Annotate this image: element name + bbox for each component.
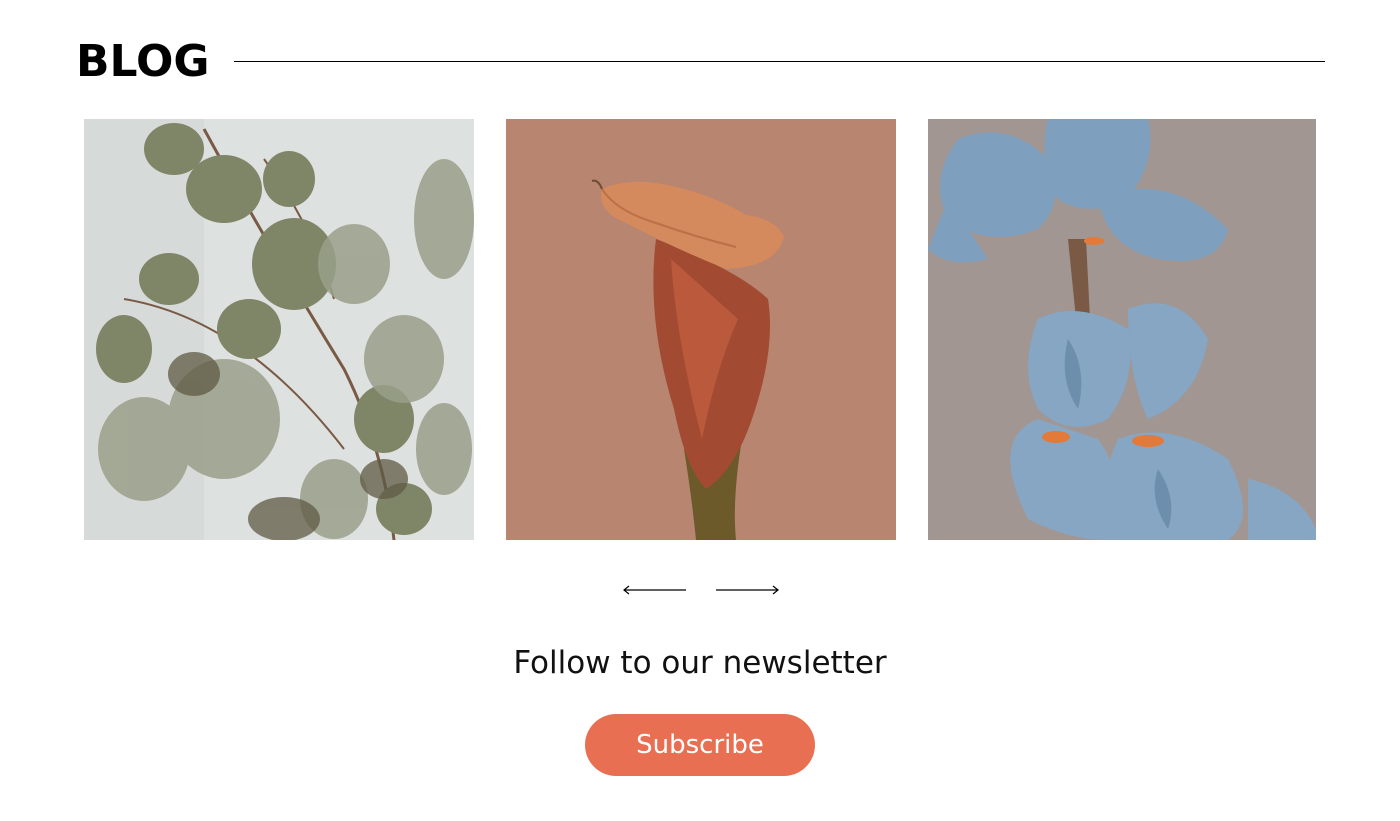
blog-post-card[interactable] bbox=[84, 119, 474, 540]
arrow-right-icon bbox=[716, 585, 779, 595]
blue-iris-photo bbox=[928, 119, 1316, 540]
blog-header: BLOG bbox=[76, 36, 1325, 88]
blog-post-card[interactable] bbox=[928, 119, 1316, 540]
subscribe-button[interactable]: Subscribe bbox=[585, 714, 815, 776]
blog-carousel bbox=[84, 119, 1316, 540]
arrow-left-icon bbox=[623, 585, 686, 595]
section-title: BLOG bbox=[76, 36, 210, 87]
eucalyptus-branch-photo bbox=[84, 119, 474, 540]
newsletter-heading: Follow to our newsletter bbox=[513, 645, 887, 681]
carousel-controls bbox=[620, 580, 780, 600]
carousel-prev-button[interactable] bbox=[622, 580, 688, 600]
blog-page: BLOG Follow to our newsletter Subscribe bbox=[0, 0, 1400, 821]
calla-lily-photo bbox=[506, 119, 896, 540]
carousel-next-button[interactable] bbox=[714, 580, 780, 600]
blog-post-card[interactable] bbox=[506, 119, 896, 540]
title-divider bbox=[233, 60, 1325, 62]
